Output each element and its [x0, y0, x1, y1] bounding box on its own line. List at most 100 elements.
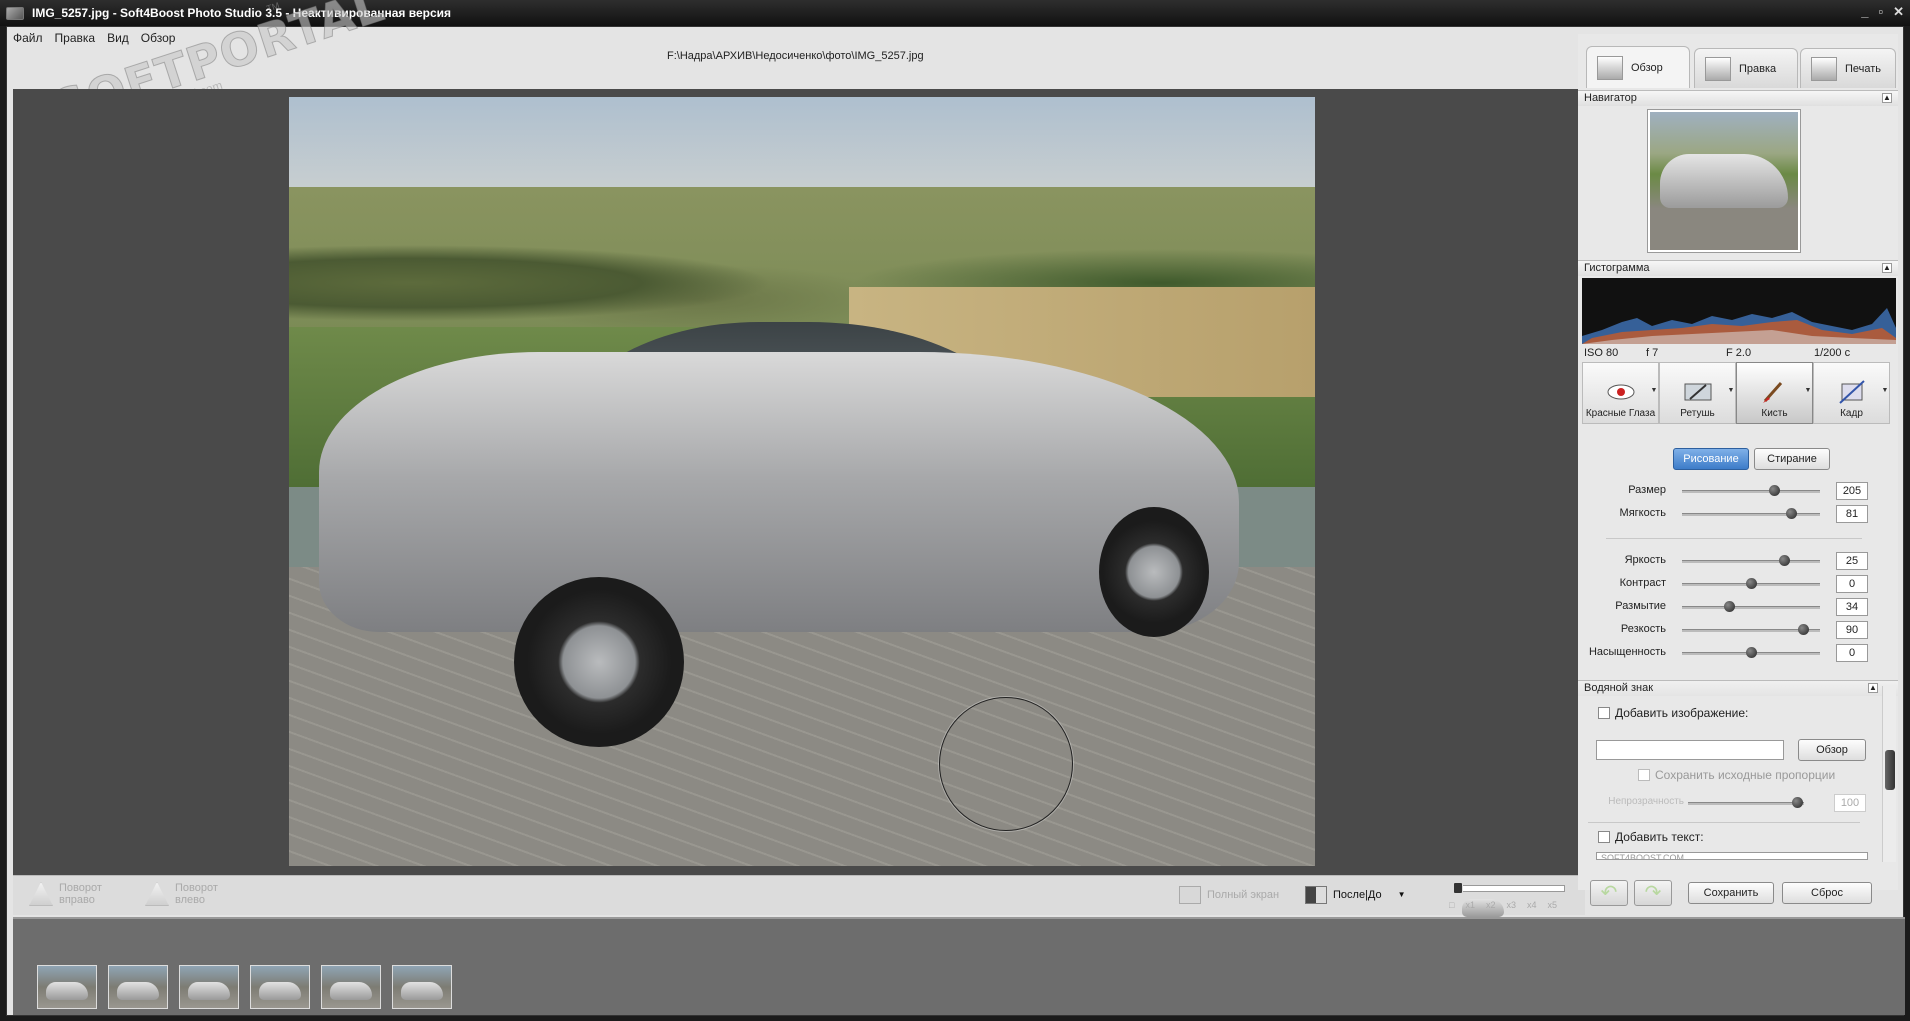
- chevron-down-icon[interactable]: ▼: [1726, 385, 1736, 396]
- reset-button[interactable]: Сброс: [1782, 882, 1872, 904]
- add-text-label: Добавить текст:: [1615, 830, 1704, 844]
- adjust-slider-track[interactable]: [1682, 560, 1820, 563]
- zoom-x5[interactable]: x5: [1548, 900, 1558, 910]
- adjust-slider-knob[interactable]: [1723, 601, 1735, 612]
- tool-red-eye[interactable]: Красные Глаза ▼: [1582, 362, 1659, 424]
- adjust-slider-row: Резкость 90: [1578, 621, 1898, 639]
- scrollbar-thumb[interactable]: [1885, 750, 1895, 790]
- minimize-button[interactable]: _: [1861, 4, 1868, 20]
- zoom-track[interactable]: [1455, 885, 1565, 892]
- tab-browse[interactable]: Обзор: [1586, 46, 1690, 88]
- zoom-x1[interactable]: x1: [1465, 900, 1475, 910]
- menu-view[interactable]: Вид: [107, 31, 129, 45]
- collapse-icon[interactable]: ▲: [1868, 683, 1878, 693]
- collapse-icon[interactable]: ▲: [1882, 263, 1892, 273]
- chevron-down-icon[interactable]: ▼: [1398, 889, 1406, 901]
- adjust-slider-track[interactable]: [1682, 606, 1820, 609]
- navigator-preview[interactable]: [1648, 110, 1800, 252]
- zoom-fit[interactable]: □: [1449, 900, 1454, 910]
- save-button[interactable]: Сохранить: [1688, 882, 1774, 904]
- close-button[interactable]: ✕: [1893, 4, 1904, 20]
- app-window: IMG_5257.jpg - Soft4Boost Photo Studio 3…: [0, 0, 1910, 1021]
- tab-edit-label: Правка: [1739, 62, 1777, 75]
- watermark-header[interactable]: Водяной знак ▲: [1578, 680, 1898, 696]
- chevron-down-icon[interactable]: ▼: [1880, 385, 1890, 396]
- tool-retouch[interactable]: Ретушь ▼: [1659, 362, 1736, 424]
- brush-slider-track[interactable]: [1682, 490, 1820, 493]
- adjust-slider-value[interactable]: 90: [1836, 621, 1868, 639]
- adjust-slider-label: Контраст: [1619, 577, 1666, 589]
- adjust-slider-label: Размытие: [1615, 600, 1666, 612]
- brush-slider-label: Мягкость: [1619, 507, 1666, 519]
- adjust-slider-value[interactable]: 25: [1836, 552, 1868, 570]
- collapse-icon[interactable]: ▲: [1882, 93, 1892, 103]
- chevron-down-icon[interactable]: ▼: [1649, 385, 1659, 396]
- exif-shutter: 1/200 с: [1814, 347, 1851, 359]
- before-after-button[interactable]: После|До ▼: [1305, 886, 1406, 904]
- brush-slider-value[interactable]: 205: [1836, 482, 1868, 500]
- thumbnail[interactable]: [250, 965, 310, 1009]
- histogram-header[interactable]: Гистограмма ▲: [1578, 260, 1898, 276]
- adjust-slider-knob[interactable]: [1746, 578, 1757, 589]
- tab-edit[interactable]: Правка: [1694, 48, 1798, 88]
- tool-brush[interactable]: Кисть ▼: [1736, 362, 1813, 424]
- keep-ratio-checkbox[interactable]: Сохранить исходные пропорции: [1638, 768, 1835, 782]
- maximize-button[interactable]: ▫: [1878, 4, 1883, 20]
- printer-icon: [1811, 56, 1837, 81]
- rotate-left-button[interactable]: Поворот влево: [145, 882, 225, 906]
- brush-icon: [1762, 382, 1782, 403]
- chevron-down-icon[interactable]: ▼: [1803, 385, 1813, 396]
- adjust-slider-knob[interactable]: [1746, 647, 1757, 658]
- add-text-checkbox[interactable]: Добавить текст:: [1598, 830, 1704, 844]
- brush-slider-track[interactable]: [1682, 513, 1820, 516]
- retouch-icon: [1684, 383, 1711, 401]
- opacity-knob[interactable]: [1792, 797, 1803, 808]
- watermark-text-input[interactable]: SOFT4BOOST.COM: [1596, 852, 1868, 860]
- exif-focal: f 7: [1646, 347, 1659, 359]
- checkbox-box[interactable]: [1638, 769, 1650, 781]
- rotate-right-button[interactable]: Поворот вправо: [29, 882, 109, 906]
- tool-crop[interactable]: Кадр ▼: [1813, 362, 1890, 424]
- opacity-value[interactable]: 100: [1834, 794, 1866, 812]
- adjust-slider-value[interactable]: 34: [1836, 598, 1868, 616]
- thumbnail[interactable]: [108, 965, 168, 1009]
- brush-slider-knob[interactable]: [1769, 485, 1781, 496]
- menu-browse[interactable]: Обзор: [141, 31, 176, 45]
- thumbnail[interactable]: [37, 965, 97, 1009]
- add-image-checkbox[interactable]: Добавить изображение:: [1598, 706, 1748, 720]
- image-viewer[interactable]: [13, 89, 1585, 875]
- adjust-slider-value[interactable]: 0: [1836, 644, 1868, 662]
- watermark-image-path[interactable]: [1596, 740, 1784, 760]
- brush-slider-knob[interactable]: [1786, 508, 1798, 519]
- panel-scrollbar[interactable]: [1882, 686, 1896, 862]
- adjust-slider-row: Насыщенность 0: [1578, 644, 1898, 662]
- zoom-x3[interactable]: x3: [1506, 900, 1516, 910]
- menu-file[interactable]: Файл: [13, 31, 43, 45]
- tab-print[interactable]: Печать: [1800, 48, 1896, 88]
- erase-mode-button[interactable]: Стирание: [1754, 448, 1830, 470]
- navigator-header[interactable]: Навигатор ▲: [1578, 90, 1898, 106]
- photo-canvas[interactable]: [289, 97, 1315, 866]
- adjust-slider-knob[interactable]: [1798, 624, 1810, 635]
- watermark-browse-button[interactable]: Обзор: [1798, 739, 1866, 761]
- rotate-right-icon: [29, 882, 53, 906]
- draw-mode-button[interactable]: Рисование: [1673, 448, 1749, 470]
- checkbox-box[interactable]: [1598, 831, 1610, 843]
- zoom-x2[interactable]: x2: [1486, 900, 1496, 910]
- brush-slider-value[interactable]: 81: [1836, 505, 1868, 523]
- thumbnail[interactable]: [179, 965, 239, 1009]
- adjust-slider-knob[interactable]: [1779, 555, 1791, 566]
- thumbnail[interactable]: [321, 965, 381, 1009]
- opacity-slider-row: Непрозрачность 100: [1578, 794, 1898, 812]
- rotate-right-label: Поворот вправо: [59, 882, 102, 906]
- zoom-x4[interactable]: x4: [1527, 900, 1537, 910]
- menu-edit[interactable]: Правка: [55, 31, 96, 45]
- opacity-track[interactable]: [1688, 802, 1804, 805]
- checkbox-box[interactable]: [1598, 707, 1610, 719]
- fullscreen-button[interactable]: Полный экран: [1179, 886, 1279, 904]
- thumbnail[interactable]: [392, 965, 452, 1009]
- undo-button[interactable]: ↶: [1590, 880, 1628, 906]
- adjust-slider-value[interactable]: 0: [1836, 575, 1868, 593]
- zoom-thumb[interactable]: [1453, 882, 1504, 917]
- redo-button[interactable]: ↷: [1634, 880, 1672, 906]
